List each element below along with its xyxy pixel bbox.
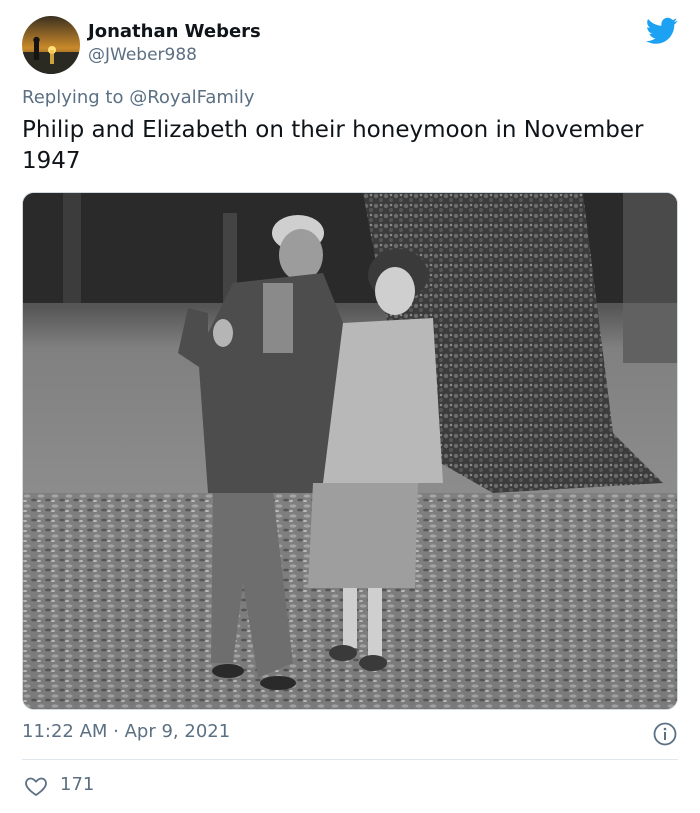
- tweet-card: Jonathan Webers @JWeber988 Replying to @…: [0, 0, 700, 813]
- tweet-photo[interactable]: [22, 192, 678, 710]
- tweet-timestamp[interactable]: 11:22 AM · Apr 9, 2021: [22, 721, 230, 742]
- like-count: 171: [60, 774, 95, 795]
- avatar[interactable]: [22, 16, 80, 74]
- display-name[interactable]: Jonathan Webers: [88, 21, 261, 42]
- reply-mention-link[interactable]: @RoyalFamily: [129, 87, 254, 108]
- reply-context: Replying to @RoyalFamily: [22, 87, 255, 108]
- divider: [22, 759, 678, 760]
- tweet-text: Philip and Elizabeth on their honeymoon …: [22, 117, 644, 174]
- heart-icon[interactable]: [24, 774, 48, 798]
- info-icon[interactable]: [653, 722, 677, 746]
- reply-prefix: Replying to: [22, 87, 124, 108]
- user-handle[interactable]: @JWeber988: [88, 45, 197, 65]
- twitter-bird-icon[interactable]: [645, 17, 678, 45]
